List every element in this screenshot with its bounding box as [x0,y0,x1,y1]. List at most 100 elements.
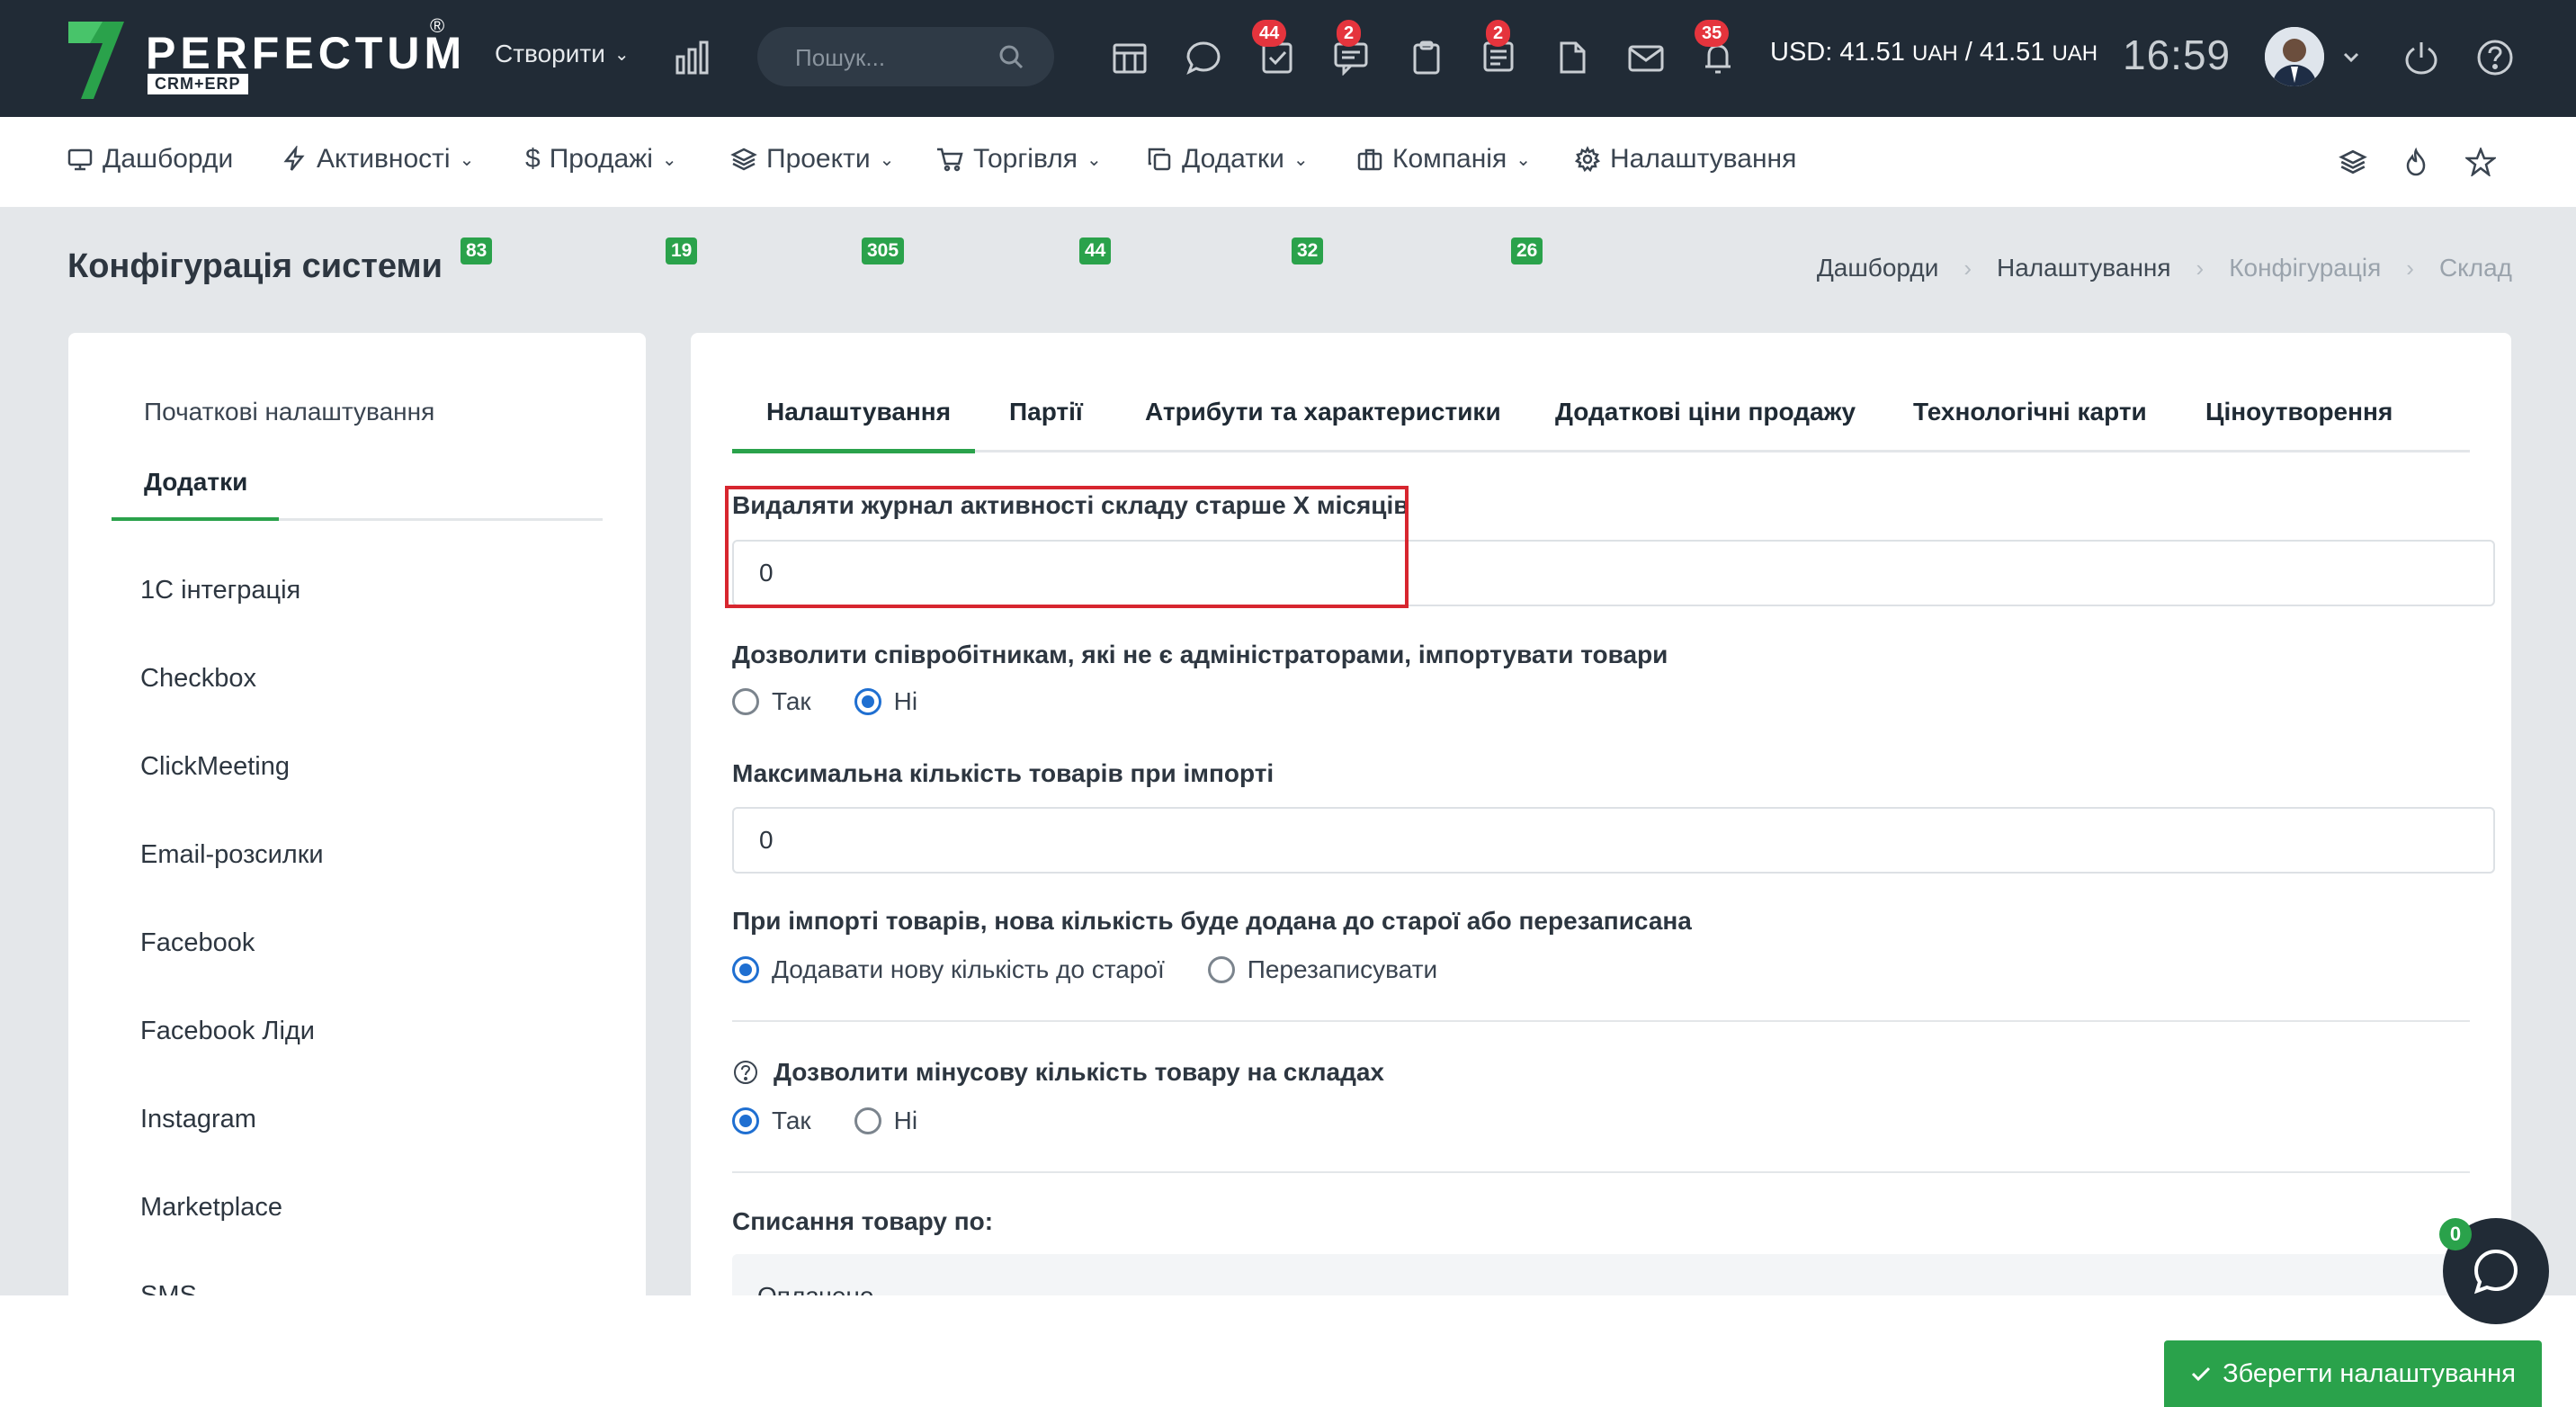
create-dropdown[interactable]: Створити ⌄ [495,40,630,68]
import-permission-yes-radio[interactable] [732,688,759,715]
sidebar-item-clickmeeting[interactable]: ClickMeeting [140,752,290,782]
power-icon[interactable] [2400,36,2443,79]
sidebar-item-instagram[interactable]: Instagram [140,1105,256,1134]
sidebar-item-1c[interactable]: 1С інтеграція [140,576,300,605]
clipboard-icon[interactable] [1405,36,1448,79]
radio-label: Додавати нову кількість до старої [772,955,1165,983]
qty-mode-overwrite-radio[interactable] [1207,956,1235,983]
radio-label: Так [772,1107,811,1134]
tab-settings[interactable]: Налаштування [766,398,951,426]
bar-chart-icon[interactable] [671,36,714,79]
chevron-down-icon: ⌄ [613,44,630,65]
calendar-icon[interactable] [1108,36,1151,79]
qty-mode-add-option[interactable]: Додавати нову кількість до старої [732,955,1165,984]
qty-mode-add-radio[interactable] [732,956,759,983]
notes-badge: 2 [1486,20,1511,47]
mail-icon[interactable] [1624,36,1668,79]
help-icon[interactable] [2473,36,2517,79]
max-import-input[interactable]: 0 [732,807,2495,874]
nav-badge-company: 26 [1511,237,1543,264]
negative-stock-no-option[interactable]: Ні [854,1107,917,1135]
tab-addons[interactable]: Додатки [144,468,247,497]
chat-bubble-icon[interactable] [1182,36,1225,79]
chat-bubble-icon [2473,1249,2518,1295]
chevron-down-icon[interactable] [2330,36,2373,79]
chevron-down-icon: ⌄ [1086,149,1102,170]
import-permission-yes-option[interactable]: Так [732,687,811,716]
nav-item-company[interactable]: Компанія ⌄ [1356,144,1531,175]
sidebar-item-email[interactable]: Email-розсилки [140,840,324,870]
search-icon[interactable] [998,44,1024,69]
import-permission-label: Дозволити співробітникам, які не є адмін… [732,641,1668,668]
nav-item-sales[interactable]: $ Продажі ⌄ [525,144,677,175]
currency-value-2: / 41.51 [1957,38,2045,67]
section-divider [732,1020,2470,1022]
negative-stock-yes-radio[interactable] [732,1107,759,1134]
top-bar: PERFECTUM ® CRM+ERP Створити ⌄ 44 2 2 [0,0,2576,117]
negative-stock-yes-option[interactable]: Так [732,1107,811,1135]
nav-item-dashboards[interactable]: Дашборди [67,144,233,175]
tab-attributes[interactable]: Атрибути та характеристики [1145,398,1501,426]
search-input[interactable] [793,27,995,88]
nav-label: Компанія [1392,144,1507,174]
chevron-down-icon: ⌄ [879,149,895,170]
avatar[interactable] [2265,27,2324,86]
nav-item-projects[interactable]: Проекти ⌄ [730,144,894,175]
layers-icon[interactable] [2331,140,2375,184]
negative-stock-radio-group: Так Ні [732,1107,944,1135]
layers-icon [730,148,757,171]
import-permission-no-radio[interactable] [854,688,881,715]
nav-badge-trade: 44 [1079,237,1112,264]
sidebar-item-facebook[interactable]: Facebook [140,928,255,958]
nav-label: Продажі [549,144,653,174]
gear-icon [1574,146,1601,173]
highlight-annotation-box [725,486,1409,608]
negative-stock-no-radio[interactable] [854,1107,881,1134]
tab-pricing[interactable]: Ціноутворення [2205,398,2393,426]
nav-badge-projects: 305 [862,237,905,264]
nav-label: Проекти [766,144,871,174]
tab-extra-prices[interactable]: Додаткові ціни продажу [1555,398,1856,426]
question-circle-icon[interactable] [732,1059,759,1086]
radio-label: Ні [893,1107,918,1134]
nav-item-settings[interactable]: Налаштування [1574,144,1796,175]
sidebar-item-marketplace[interactable]: Marketplace [140,1193,282,1223]
breadcrumb-warehouse: Склад [2438,254,2512,282]
nav-item-trade[interactable]: Торгівля ⌄ [935,144,1102,175]
import-permission-radio-group: Так Ні [732,687,944,716]
search-box[interactable] [757,27,1054,88]
save-settings-button[interactable]: Зберегти налаштування [2164,1340,2542,1407]
breadcrumb-separator-icon: › [1963,254,1972,282]
breadcrumb-separator-icon: › [2406,254,2414,282]
radio-label: Перезаписувати [1247,955,1438,983]
logo-subtitle: CRM+ERP [148,74,248,94]
document-icon[interactable] [1551,36,1594,79]
clock: 16:59 [2123,31,2232,78]
breadcrumb-configuration[interactable]: Конфігурація [2229,254,2381,282]
tab-batches[interactable]: Партії [1009,398,1083,426]
nav-badge-activities: 83 [461,237,493,264]
star-icon[interactable] [2459,140,2502,184]
import-permission-no-option[interactable]: Ні [854,687,917,716]
currency-value: USD: 41.51 [1770,38,1905,67]
nav-item-activities[interactable]: Активності ⌄ [281,144,474,175]
sidebar-item-checkbox[interactable]: Checkbox [140,664,256,694]
notifications-badge: 35 [1695,20,1730,47]
qty-mode-overwrite-option[interactable]: Перезаписувати [1207,955,1438,984]
tab-initial-settings[interactable]: Початкові налаштування [144,398,434,426]
main-nav: Дашборди Активності ⌄ 83 $ Продажі ⌄ 19 … [0,117,2576,264]
breadcrumb-settings[interactable]: Налаштування [1997,254,2171,282]
tab-tech-cards[interactable]: Технологічні карти [1913,398,2147,426]
radio-label: Ні [893,687,918,715]
breadcrumb: Дашборди › Налаштування › Конфігурація ›… [1817,254,2512,282]
chevron-down-icon: ⌄ [661,149,677,170]
nav-item-addons[interactable]: Додатки ⌄ [1146,144,1309,175]
qty-mode-label: При імпорті товарів, нова кількість буде… [732,907,1692,935]
sidebar-item-facebook-leads[interactable]: Facebook Ліди [140,1017,315,1046]
flame-icon[interactable] [2394,140,2437,184]
breadcrumb-dashboards[interactable]: Дашборди [1817,254,1939,282]
monitor-icon [67,148,93,171]
create-label: Створити [495,40,605,67]
logo-text: PERFECTUM [146,28,467,78]
chevron-down-icon: ⌄ [1292,149,1309,170]
